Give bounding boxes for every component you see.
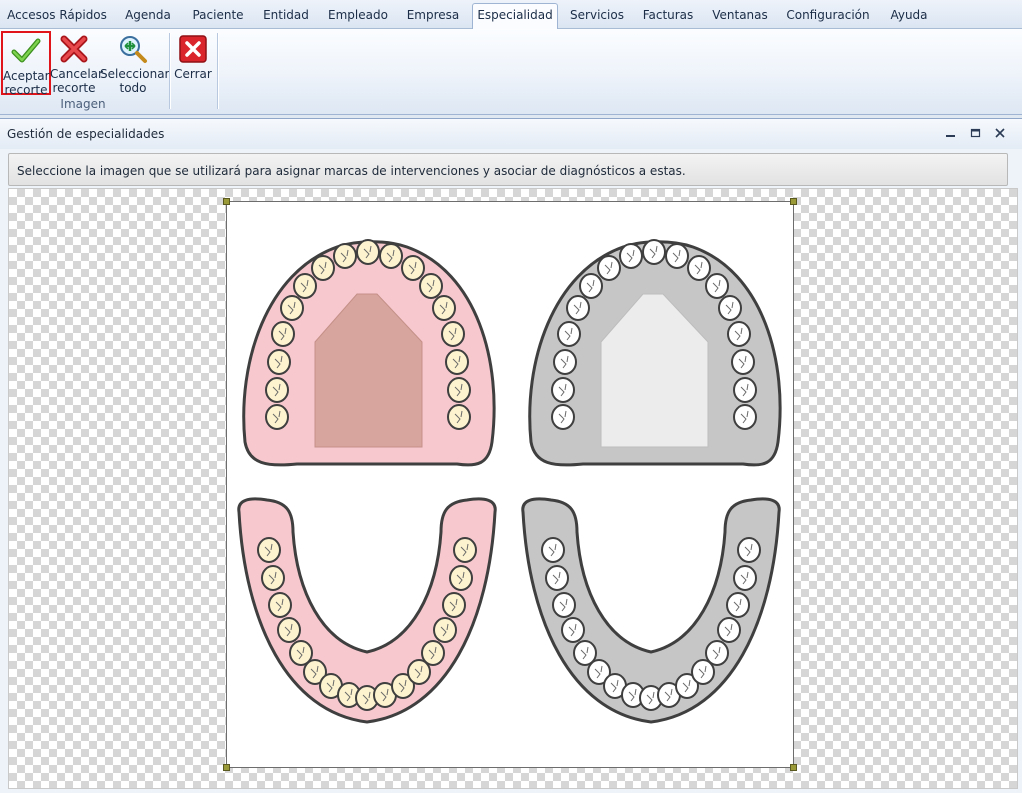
close-icon	[179, 35, 207, 63]
select-all-label-1: Seleccionar	[100, 67, 170, 81]
crop-handle-top-right[interactable]	[790, 198, 797, 205]
tab-configuracion[interactable]: Configuración	[780, 4, 876, 28]
tab-empleado[interactable]: Empleado	[322, 4, 394, 28]
image-canvas[interactable]	[8, 188, 1018, 789]
group-label-imagen: Imagen	[60, 97, 106, 111]
tab-ventanas[interactable]: Ventanas	[706, 4, 774, 28]
tab-paciente[interactable]: Paciente	[186, 4, 250, 28]
accept-crop-label-2: recorte	[4, 83, 48, 97]
upper-arch-gray	[528, 239, 782, 467]
close-label: Cerrar	[174, 67, 212, 81]
select-all-icon	[120, 36, 147, 63]
lower-arch-pink	[237, 497, 497, 724]
crop-selection[interactable]	[223, 198, 797, 771]
close-icon[interactable]	[993, 126, 1007, 140]
red-x-icon	[60, 35, 88, 63]
close-button[interactable]: Cerrar	[172, 31, 214, 95]
tab-accesos-rapidos[interactable]: Accesos Rápidos	[4, 4, 110, 28]
specialties-window: Gestión de especialidades Seleccione la …	[0, 118, 1022, 793]
menu-bar: Accesos Rápidos Agenda Paciente Entidad …	[0, 0, 1022, 29]
cancel-crop-label-1: Cancelar	[50, 67, 103, 81]
crop-handle-bottom-right[interactable]	[790, 764, 797, 771]
crop-handle-top-left[interactable]	[223, 198, 230, 205]
ribbon: Aceptar recorte Cancelar recorte Selecci…	[0, 29, 1022, 115]
crop-handle-bottom-left[interactable]	[223, 764, 230, 771]
checkmark-icon	[11, 38, 41, 63]
restore-icon[interactable]	[969, 126, 983, 140]
accept-crop-label-1: Aceptar	[3, 69, 50, 83]
ribbon-separator-2	[217, 33, 218, 109]
select-all-button[interactable]: Seleccionar todo	[100, 31, 170, 95]
instruction-bar: Seleccione la imagen que se utilizará pa…	[8, 153, 1008, 186]
tab-facturas[interactable]: Facturas	[636, 4, 700, 28]
tab-empresa[interactable]: Empresa	[400, 4, 466, 28]
accept-crop-button[interactable]: Aceptar recorte	[1, 31, 51, 97]
cancel-crop-button[interactable]: Cancelar recorte	[50, 31, 103, 95]
dental-chart-image	[237, 239, 782, 724]
cancel-crop-label-2: recorte	[52, 81, 96, 95]
tab-agenda[interactable]: Agenda	[118, 4, 178, 28]
ribbon-separator	[169, 33, 170, 109]
window-titlebar: Gestión de especialidades	[0, 119, 1022, 149]
window-title: Gestión de especialidades	[7, 127, 165, 141]
upper-arch-pink	[242, 239, 496, 467]
instruction-text: Seleccione la imagen que se utilizará pa…	[17, 164, 686, 178]
lower-arch-gray	[521, 497, 781, 724]
tab-especialidad[interactable]: Especialidad	[472, 3, 558, 29]
tab-entidad[interactable]: Entidad	[256, 4, 316, 28]
minimize-icon[interactable]	[944, 126, 958, 140]
select-all-label-2: todo	[119, 81, 147, 95]
tab-servicios[interactable]: Servicios	[564, 4, 630, 28]
tab-ayuda[interactable]: Ayuda	[882, 4, 936, 28]
